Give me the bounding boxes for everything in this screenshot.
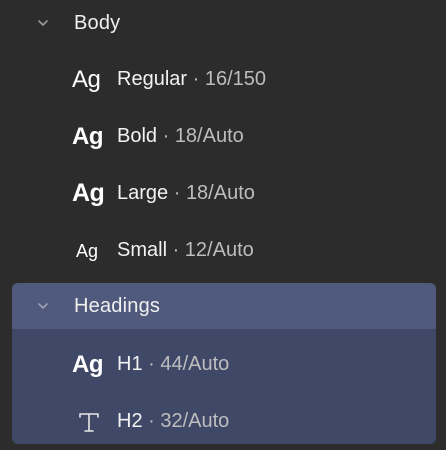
group-label: Headings: [74, 294, 161, 317]
text-style-preview-icon: Ag: [72, 122, 104, 150]
chevron-down-icon[interactable]: [36, 299, 50, 313]
text-style-meta: 18/Auto: [185, 182, 255, 204]
text-style-preview-icon: Ag: [76, 240, 99, 261]
separator: ·: [142, 410, 161, 432]
text-style-item-small[interactable]: Ag Small · 12/Auto: [0, 222, 446, 279]
text-style-label: Bold · 18/Auto: [117, 125, 244, 148]
text-style-item-large[interactable]: Ag Large · 18/Auto: [0, 165, 446, 222]
separator: ·: [187, 68, 205, 90]
text-style-preview-icon: Ag: [72, 65, 101, 93]
text-style-meta: 12/Auto: [184, 239, 254, 261]
text-style-name: Regular: [117, 68, 188, 90]
separator: ·: [167, 239, 185, 261]
text-styles-panel: Body Ag Regular · 16/150 Ag Bold · 18/Au…: [0, 0, 446, 450]
text-style-item-bold[interactable]: Ag Bold · 18/Auto: [0, 108, 446, 165]
text-style-name: Large: [117, 182, 169, 204]
text-style-name: Small: [117, 239, 168, 261]
separator: ·: [157, 125, 175, 147]
text-style-meta: 32/Auto: [160, 410, 230, 432]
group-label: Body: [74, 11, 121, 34]
chevron-down-icon[interactable]: [36, 16, 50, 30]
text-style-name: H2: [117, 410, 143, 432]
group-header-headings[interactable]: Headings: [0, 283, 446, 329]
text-style-preview-icon: Ag: [72, 179, 105, 207]
text-style-label: Regular · 16/150: [117, 68, 266, 91]
separator: ·: [142, 353, 161, 375]
text-style-label: Small · 12/Auto: [117, 239, 254, 262]
text-style-meta: 16/150: [204, 68, 266, 90]
text-style-item-h1[interactable]: Ag H1 · 44/Auto: [0, 336, 446, 393]
text-style-item-regular[interactable]: Ag Regular · 16/150: [0, 51, 446, 108]
text-style-name: Bold: [117, 125, 158, 147]
group-header-body[interactable]: Body: [0, 0, 446, 46]
text-style-preview-icon: Ag: [72, 350, 104, 378]
text-style-name: H1: [117, 353, 143, 375]
text-style-meta: 44/Auto: [160, 353, 230, 375]
text-style-label: Large · 18/Auto: [117, 182, 255, 205]
text-style-meta: 18/Auto: [174, 125, 244, 147]
text-icon: [76, 409, 102, 435]
separator: ·: [168, 182, 186, 204]
text-style-label: H1 · 44/Auto: [117, 353, 229, 376]
text-style-label: H2 · 32/Auto: [117, 410, 229, 433]
text-style-item-h2[interactable]: H2 · 32/Auto: [0, 393, 446, 450]
